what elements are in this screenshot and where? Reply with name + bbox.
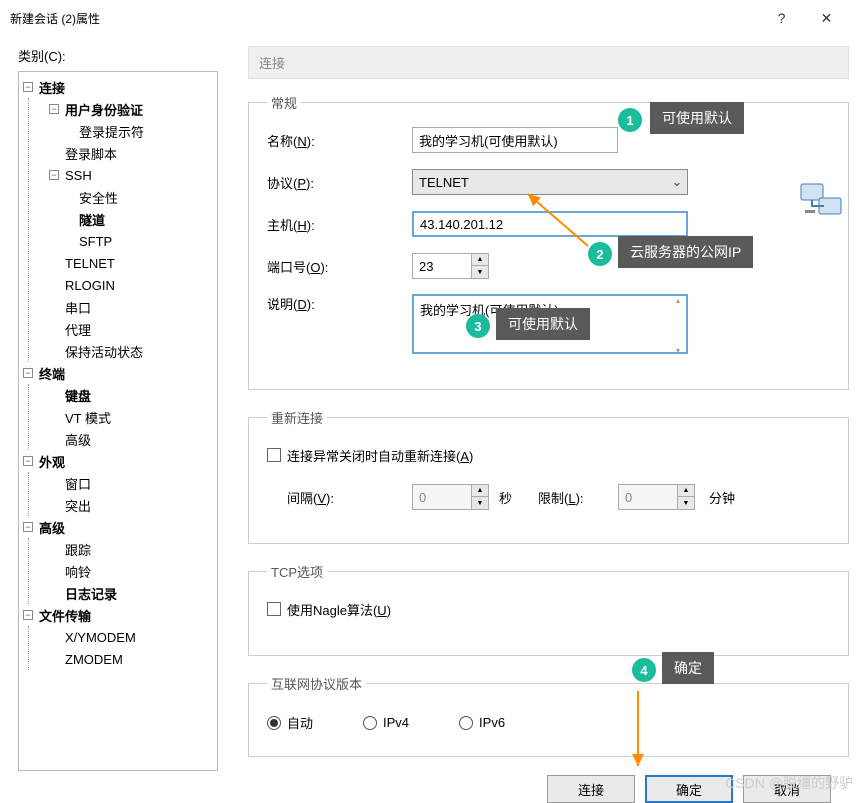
tree-proxy[interactable]: 代理: [63, 319, 93, 340]
tcp-legend: TCP选项: [267, 562, 327, 581]
tree-terminal[interactable]: 终端: [37, 363, 67, 384]
tree-advanced[interactable]: 高级: [37, 517, 67, 538]
annotation-badge-1: 1: [618, 108, 642, 132]
annotation-callout-4: 确定: [662, 652, 714, 684]
name-label: 名称(N):: [267, 131, 412, 150]
ipv4-radio[interactable]: IPv4: [363, 715, 409, 730]
reconnect-legend: 重新连接: [267, 408, 327, 427]
annotation-badge-4: 4: [632, 658, 656, 682]
tree-telnet[interactable]: TELNET: [63, 255, 117, 272]
ipv-group: 互联网协议版本 自动 IPv4 IPv6: [248, 674, 849, 757]
tcp-group: TCP选项 使用Nagle算法(U): [248, 562, 849, 656]
tree-vtmode[interactable]: VT 模式: [63, 407, 113, 428]
close-button[interactable]: ✕: [804, 3, 849, 33]
interval-label: 间隔(V):: [287, 488, 412, 507]
panel-title: 连接: [248, 46, 849, 79]
ok-button[interactable]: 确定: [645, 775, 733, 803]
ipv-legend: 互联网协议版本: [267, 674, 366, 693]
tree-trace[interactable]: 跟踪: [63, 539, 93, 560]
chevron-down-icon: ⌄: [667, 174, 687, 190]
limit-spinner: ▲▼: [618, 484, 695, 510]
host-input[interactable]: [412, 211, 688, 237]
tree-ssh[interactable]: SSH: [63, 167, 94, 184]
window-title: 新建会话 (2)属性: [10, 10, 759, 27]
tree-appearance[interactable]: 外观: [37, 451, 67, 472]
tree-bell[interactable]: 响铃: [63, 561, 93, 582]
annotation-callout-1: 可使用默认: [650, 102, 744, 134]
help-button[interactable]: ?: [759, 3, 804, 33]
tree-rlogin[interactable]: RLOGIN: [63, 277, 117, 294]
tree-window[interactable]: 窗口: [63, 473, 93, 494]
annotation-badge-3: 3: [466, 314, 490, 338]
tree-tunnel[interactable]: 隧道: [77, 209, 107, 230]
minutes-label: 分钟: [709, 488, 735, 507]
tree-highlight[interactable]: 突出: [63, 495, 93, 516]
seconds-label: 秒: [499, 488, 512, 507]
general-group: 常规 名称(N): 协议(P): TELNET⌄ 主机(H): 端口号(O): …: [248, 93, 849, 390]
spin-up-icon[interactable]: ▲: [472, 254, 488, 266]
tree-advanced-t[interactable]: 高级: [63, 429, 93, 450]
category-tree[interactable]: −连接 −用户身份验证 登录提示符 登录脚本 −SSH 安全性 隧道 SFTP …: [18, 71, 218, 771]
collapse-icon[interactable]: −: [23, 368, 33, 378]
tree-sftp[interactable]: SFTP: [77, 233, 114, 250]
port-label: 端口号(O):: [267, 257, 412, 276]
tree-keepalive[interactable]: 保持活动状态: [63, 341, 145, 362]
ipv6-radio[interactable]: IPv6: [459, 715, 505, 730]
annotation-callout-2: 云服务器的公网IP: [618, 236, 753, 268]
collapse-icon[interactable]: −: [49, 170, 59, 180]
general-legend: 常规: [267, 93, 301, 112]
scrollbar[interactable]: ▴▾: [670, 296, 686, 355]
protocol-label: 协议(P):: [267, 173, 412, 192]
tree-login-script[interactable]: 登录脚本: [63, 143, 119, 164]
tree-logging[interactable]: 日志记录: [63, 583, 119, 604]
host-label: 主机(H):: [267, 215, 412, 234]
collapse-icon[interactable]: −: [23, 522, 33, 532]
watermark: CSDN @脱缰的野驴: [725, 773, 853, 793]
tree-xymodem[interactable]: X/YMODEM: [63, 629, 138, 646]
annotation-badge-2: 2: [588, 242, 612, 266]
tree-zmodem[interactable]: ZMODEM: [63, 651, 125, 668]
limit-label: 限制(L):: [538, 488, 618, 507]
network-icon: [797, 178, 845, 226]
collapse-icon[interactable]: −: [23, 456, 33, 466]
title-bar: 新建会话 (2)属性 ? ✕: [0, 0, 859, 36]
collapse-icon[interactable]: −: [23, 82, 33, 92]
auto-reconnect-checkbox[interactable]: 连接异常关闭时自动重新连接(A): [267, 446, 473, 465]
collapse-icon[interactable]: −: [23, 610, 33, 620]
tree-keyboard[interactable]: 键盘: [63, 385, 93, 406]
tree-security[interactable]: 安全性: [77, 187, 120, 208]
reconnect-group: 重新连接 连接异常关闭时自动重新连接(A) 间隔(V): ▲▼ 秒 限制(L):…: [248, 408, 849, 544]
annotation-callout-3: 可使用默认: [496, 308, 590, 340]
connect-button[interactable]: 连接: [547, 775, 635, 803]
nagle-checkbox[interactable]: 使用Nagle算法(U): [267, 600, 391, 619]
interval-spinner: ▲▼: [412, 484, 489, 510]
name-input[interactable]: [412, 127, 618, 153]
tree-filetransfer[interactable]: 文件传输: [37, 605, 93, 626]
port-spinner[interactable]: ▲▼: [412, 253, 489, 279]
tree-auth[interactable]: 用户身份验证: [63, 99, 145, 120]
collapse-icon[interactable]: −: [49, 104, 59, 114]
tree-login-prompt[interactable]: 登录提示符: [77, 121, 146, 142]
desc-label: 说明(D):: [267, 294, 412, 313]
spin-down-icon[interactable]: ▼: [472, 266, 488, 278]
tree-connection[interactable]: 连接: [37, 77, 67, 98]
protocol-select[interactable]: TELNET⌄: [412, 169, 688, 195]
tree-serial[interactable]: 串口: [63, 297, 93, 318]
ipv-auto-radio[interactable]: 自动: [267, 713, 313, 732]
category-label: 类别(C):: [18, 46, 218, 65]
